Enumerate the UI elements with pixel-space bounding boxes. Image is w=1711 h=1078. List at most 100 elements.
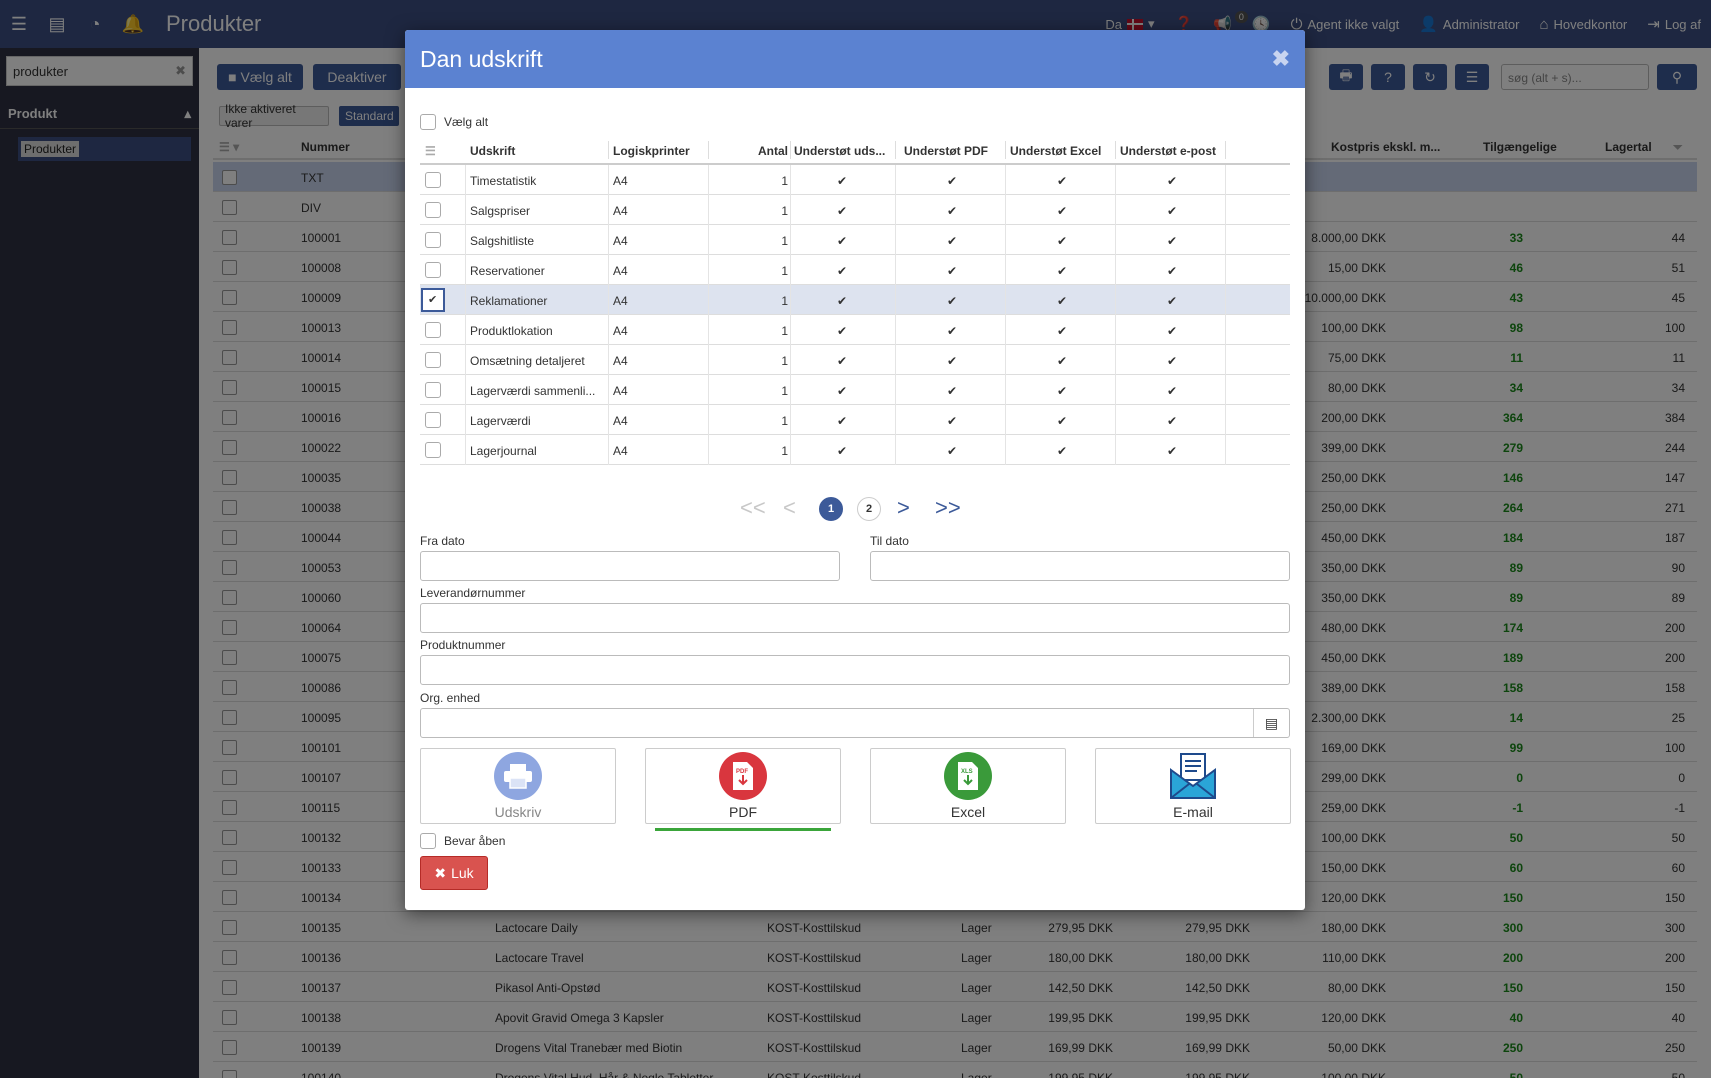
product-number-label: Produktnummer	[420, 638, 506, 652]
column-header-support-pdf[interactable]: Understøt PDF	[904, 144, 988, 158]
column-header-support-print[interactable]: Understøt uds...	[794, 144, 885, 158]
support-pdf-check-icon: ✔	[947, 444, 958, 458]
print-row[interactable]: Lagerjournal A4 1 ✔ ✔ ✔ ✔	[420, 435, 1290, 465]
print-table: ☰ Udskrift Logiskprinter Antal Understøt…	[420, 135, 1290, 465]
support-email-check-icon: ✔	[1167, 294, 1178, 308]
org-unit-picker-icon[interactable]: ▤	[1253, 709, 1289, 737]
print-printer: A4	[613, 324, 628, 338]
pagination: << < 1 2 > >>	[405, 495, 1305, 525]
print-row[interactable]: Reklamationer A4 1 ✔ ✔ ✔ ✔	[420, 285, 1290, 315]
close-button-label: Luk	[451, 865, 474, 881]
print-count: 1	[781, 414, 788, 428]
print-row[interactable]: Produktlokation A4 1 ✔ ✔ ✔ ✔	[420, 315, 1290, 345]
support-excel-check-icon: ✔	[1057, 444, 1068, 458]
row-checkbox[interactable]	[421, 288, 445, 312]
print-printer: A4	[613, 444, 628, 458]
close-button[interactable]: ✖ Luk	[420, 856, 488, 890]
print-printer: A4	[613, 384, 628, 398]
excel-button-label: Excel	[950, 804, 986, 820]
supplier-number-input[interactable]	[420, 603, 1290, 633]
support-pdf-check-icon: ✔	[947, 204, 958, 218]
support-email-check-icon: ✔	[1167, 414, 1178, 428]
support-print-check-icon: ✔	[837, 204, 848, 218]
row-checkbox[interactable]	[425, 322, 441, 338]
page-2-button[interactable]: 2	[857, 497, 881, 521]
row-checkbox[interactable]	[425, 442, 441, 458]
column-menu-icon[interactable]: ☰	[425, 144, 436, 158]
support-email-check-icon: ✔	[1167, 234, 1178, 248]
print-printer: A4	[613, 294, 628, 308]
print-printer: A4	[613, 174, 628, 188]
print-printer: A4	[613, 204, 628, 218]
from-date-input[interactable]	[420, 551, 840, 581]
support-excel-check-icon: ✔	[1057, 204, 1068, 218]
row-checkbox[interactable]	[425, 202, 441, 218]
print-row[interactable]: Lagerværdi sammenli... A4 1 ✔ ✔ ✔ ✔	[420, 375, 1290, 405]
product-number-input[interactable]	[420, 655, 1290, 685]
support-email-check-icon: ✔	[1167, 264, 1178, 278]
print-row[interactable]: Omsætning detaljeret A4 1 ✔ ✔ ✔ ✔	[420, 345, 1290, 375]
row-checkbox[interactable]	[425, 172, 441, 188]
support-pdf-check-icon: ✔	[947, 174, 958, 188]
support-excel-check-icon: ✔	[1057, 174, 1068, 188]
dialog-header: Dan udskrift ✖	[405, 30, 1305, 88]
support-print-check-icon: ✔	[837, 414, 848, 428]
column-header-udskrift[interactable]: Udskrift	[470, 144, 515, 158]
support-excel-check-icon: ✔	[1057, 384, 1068, 398]
print-printer: A4	[613, 414, 628, 428]
print-count: 1	[781, 324, 788, 338]
column-header-antal[interactable]: Antal	[740, 144, 788, 158]
print-count: 1	[781, 354, 788, 368]
email-button[interactable]: E-mail	[1095, 748, 1291, 824]
to-date-input[interactable]	[870, 551, 1290, 581]
print-row[interactable]: Timestatistik A4 1 ✔ ✔ ✔ ✔	[420, 165, 1290, 195]
pdf-button[interactable]: PDF PDF	[645, 748, 841, 824]
prev-page-button[interactable]: <	[783, 495, 796, 521]
print-row[interactable]: Lagerværdi A4 1 ✔ ✔ ✔ ✔	[420, 405, 1290, 435]
row-checkbox[interactable]	[425, 382, 441, 398]
print-printer: A4	[613, 354, 628, 368]
support-print-check-icon: ✔	[837, 264, 848, 278]
pdf-hover-underline	[655, 828, 831, 831]
print-row[interactable]: Salgspriser A4 1 ✔ ✔ ✔ ✔	[420, 195, 1290, 225]
support-excel-check-icon: ✔	[1057, 324, 1068, 338]
next-page-button[interactable]: >	[897, 495, 910, 521]
page-1-button[interactable]: 1	[819, 497, 843, 521]
row-checkbox[interactable]	[425, 352, 441, 368]
print-row[interactable]: Reservationer A4 1 ✔ ✔ ✔ ✔	[420, 255, 1290, 285]
excel-button[interactable]: XLS Excel	[870, 748, 1066, 824]
keep-open-checkbox[interactable]: Bevar åben	[420, 833, 505, 849]
pdf-button-label: PDF	[729, 804, 757, 820]
print-count: 1	[781, 264, 788, 278]
support-pdf-check-icon: ✔	[947, 384, 958, 398]
to-date-label: Til dato	[870, 534, 909, 548]
support-email-check-icon: ✔	[1167, 324, 1178, 338]
print-button[interactable]: Udskriv	[420, 748, 616, 824]
support-excel-check-icon: ✔	[1057, 294, 1068, 308]
print-name: Salgshitliste	[470, 234, 535, 248]
org-unit-input[interactable]: ▤	[420, 708, 1290, 738]
support-print-check-icon: ✔	[837, 384, 848, 398]
support-print-check-icon: ✔	[837, 234, 848, 248]
support-email-check-icon: ✔	[1167, 204, 1178, 218]
row-checkbox[interactable]	[425, 232, 441, 248]
column-header-support-excel[interactable]: Understøt Excel	[1010, 144, 1101, 158]
support-excel-check-icon: ✔	[1057, 234, 1068, 248]
support-email-check-icon: ✔	[1167, 174, 1178, 188]
print-name: Lagerjournal	[470, 444, 537, 458]
row-checkbox[interactable]	[425, 412, 441, 428]
select-all-checkbox[interactable]: Vælg alt	[420, 114, 488, 130]
last-page-button[interactable]: >>	[935, 495, 961, 521]
close-icon[interactable]: ✖	[1272, 46, 1290, 72]
first-page-button[interactable]: <<	[740, 495, 766, 521]
print-row[interactable]: Salgshitliste A4 1 ✔ ✔ ✔ ✔	[420, 225, 1290, 255]
close-x-icon: ✖	[434, 864, 447, 881]
row-checkbox[interactable]	[425, 262, 441, 278]
support-pdf-check-icon: ✔	[947, 234, 958, 248]
support-email-check-icon: ✔	[1167, 354, 1178, 368]
support-excel-check-icon: ✔	[1057, 414, 1068, 428]
support-print-check-icon: ✔	[837, 354, 848, 368]
supplier-number-label: Leverandørnummer	[420, 586, 526, 600]
column-header-support-email[interactable]: Understøt e-post	[1120, 144, 1216, 158]
column-header-logiskprinter[interactable]: Logiskprinter	[613, 144, 690, 158]
